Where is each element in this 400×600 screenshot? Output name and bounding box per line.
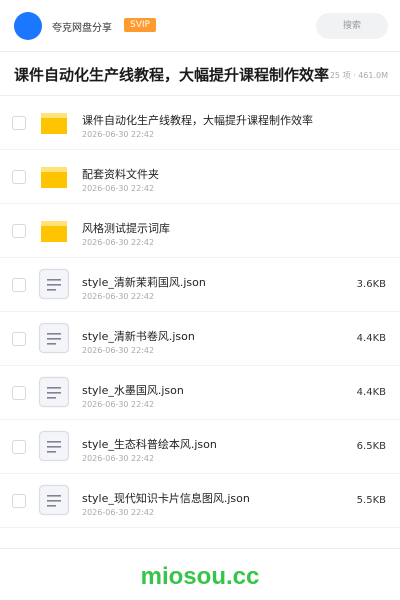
document-icon xyxy=(38,322,70,354)
file-name[interactable]: 风格测试提示词库 xyxy=(82,220,170,236)
select-checkbox[interactable] xyxy=(12,224,26,238)
file-date: 2026-06-30 22:42 xyxy=(82,292,155,301)
watermark-text: miosou.cc xyxy=(140,563,260,590)
folder-icon xyxy=(38,160,70,192)
file-row[interactable]: 课件自动化生产线教程，大幅提升课程制作效率 2026-06-30 22:42 xyxy=(0,96,400,150)
file-date: 2026-06-30 22:42 xyxy=(82,130,155,139)
file-size: 6.5KB xyxy=(356,441,386,452)
document-icon xyxy=(38,376,70,408)
search-button[interactable]: 搜索 xyxy=(316,13,388,39)
select-checkbox[interactable] xyxy=(12,116,26,130)
file-name[interactable]: 配套资料文件夹 xyxy=(82,166,159,182)
file-row[interactable]: 风格测试提示词库 2026-06-30 22:42 xyxy=(0,204,400,258)
folder-icon xyxy=(38,106,70,138)
svip-badge: SVIP xyxy=(124,18,156,32)
file-name[interactable]: style_清新书卷风.json xyxy=(82,328,195,344)
select-checkbox[interactable] xyxy=(12,440,26,454)
file-list: 课件自动化生产线教程，大幅提升课程制作效率 2026-06-30 22:42 配套资… xyxy=(0,96,400,528)
file-date: 2026-06-30 22:42 xyxy=(82,400,155,409)
select-checkbox[interactable] xyxy=(12,332,26,346)
file-row[interactable]: style_现代知识卡片信息图风.json 2026-06-30 22:42 5.5… xyxy=(0,474,400,528)
file-row[interactable]: style_清新书卷风.json 2026-06-30 22:42 4.4KB xyxy=(0,312,400,366)
file-row[interactable]: style_生态科普绘本风.json 2026-06-30 22:42 6.5KB xyxy=(0,420,400,474)
avatar[interactable] xyxy=(14,12,42,40)
file-size: 4.4KB xyxy=(356,333,386,344)
document-icon xyxy=(38,484,70,516)
file-name[interactable]: 课件自动化生产线教程，大幅提升课程制作效率 xyxy=(82,112,313,128)
folder-icon xyxy=(38,214,70,246)
folder-title-bar: 课件自动化生产线教程，大幅提升课程制作效率 25 项 · 461.0M xyxy=(0,52,400,96)
file-date: 2026-06-30 22:42 xyxy=(82,454,155,463)
file-name[interactable]: style_现代知识卡片信息图风.json xyxy=(82,490,250,506)
select-checkbox[interactable] xyxy=(12,170,26,184)
file-date: 2026-06-30 22:42 xyxy=(82,346,155,355)
file-size: 3.6KB xyxy=(356,279,386,290)
file-size: 4.4KB xyxy=(356,387,386,398)
share-header: 夸克网盘分享 SVIP 搜索 xyxy=(0,0,400,52)
select-checkbox[interactable] xyxy=(12,386,26,400)
file-row[interactable]: 配套资料文件夹 2026-06-30 22:42 xyxy=(0,150,400,204)
file-name[interactable]: style_水墨国风.json xyxy=(82,382,184,398)
file-date: 2026-06-30 22:42 xyxy=(82,238,155,247)
folder-meta: 25 项 · 461.0M xyxy=(329,71,388,80)
file-name[interactable]: style_生态科普绘本风.json xyxy=(82,436,217,452)
file-size: 5.5KB xyxy=(356,495,386,506)
document-icon xyxy=(38,430,70,462)
page-title: 课件自动化生产线教程，大幅提升课程制作效率 xyxy=(14,66,330,84)
file-row[interactable]: style_水墨国风.json 2026-06-30 22:42 4.4KB xyxy=(0,366,400,420)
share-owner-name: 夸克网盘分享 xyxy=(52,23,112,34)
footer: miosou.cc xyxy=(0,548,400,600)
file-name[interactable]: style_清新茉莉国风.json xyxy=(82,274,206,290)
select-checkbox[interactable] xyxy=(12,494,26,508)
file-date: 2026-06-30 22:42 xyxy=(82,184,155,193)
document-icon xyxy=(38,268,70,300)
file-date: 2026-06-30 22:42 xyxy=(82,508,155,517)
file-row[interactable]: style_清新茉莉国风.json 2026-06-30 22:42 3.6KB xyxy=(0,258,400,312)
select-checkbox[interactable] xyxy=(12,278,26,292)
